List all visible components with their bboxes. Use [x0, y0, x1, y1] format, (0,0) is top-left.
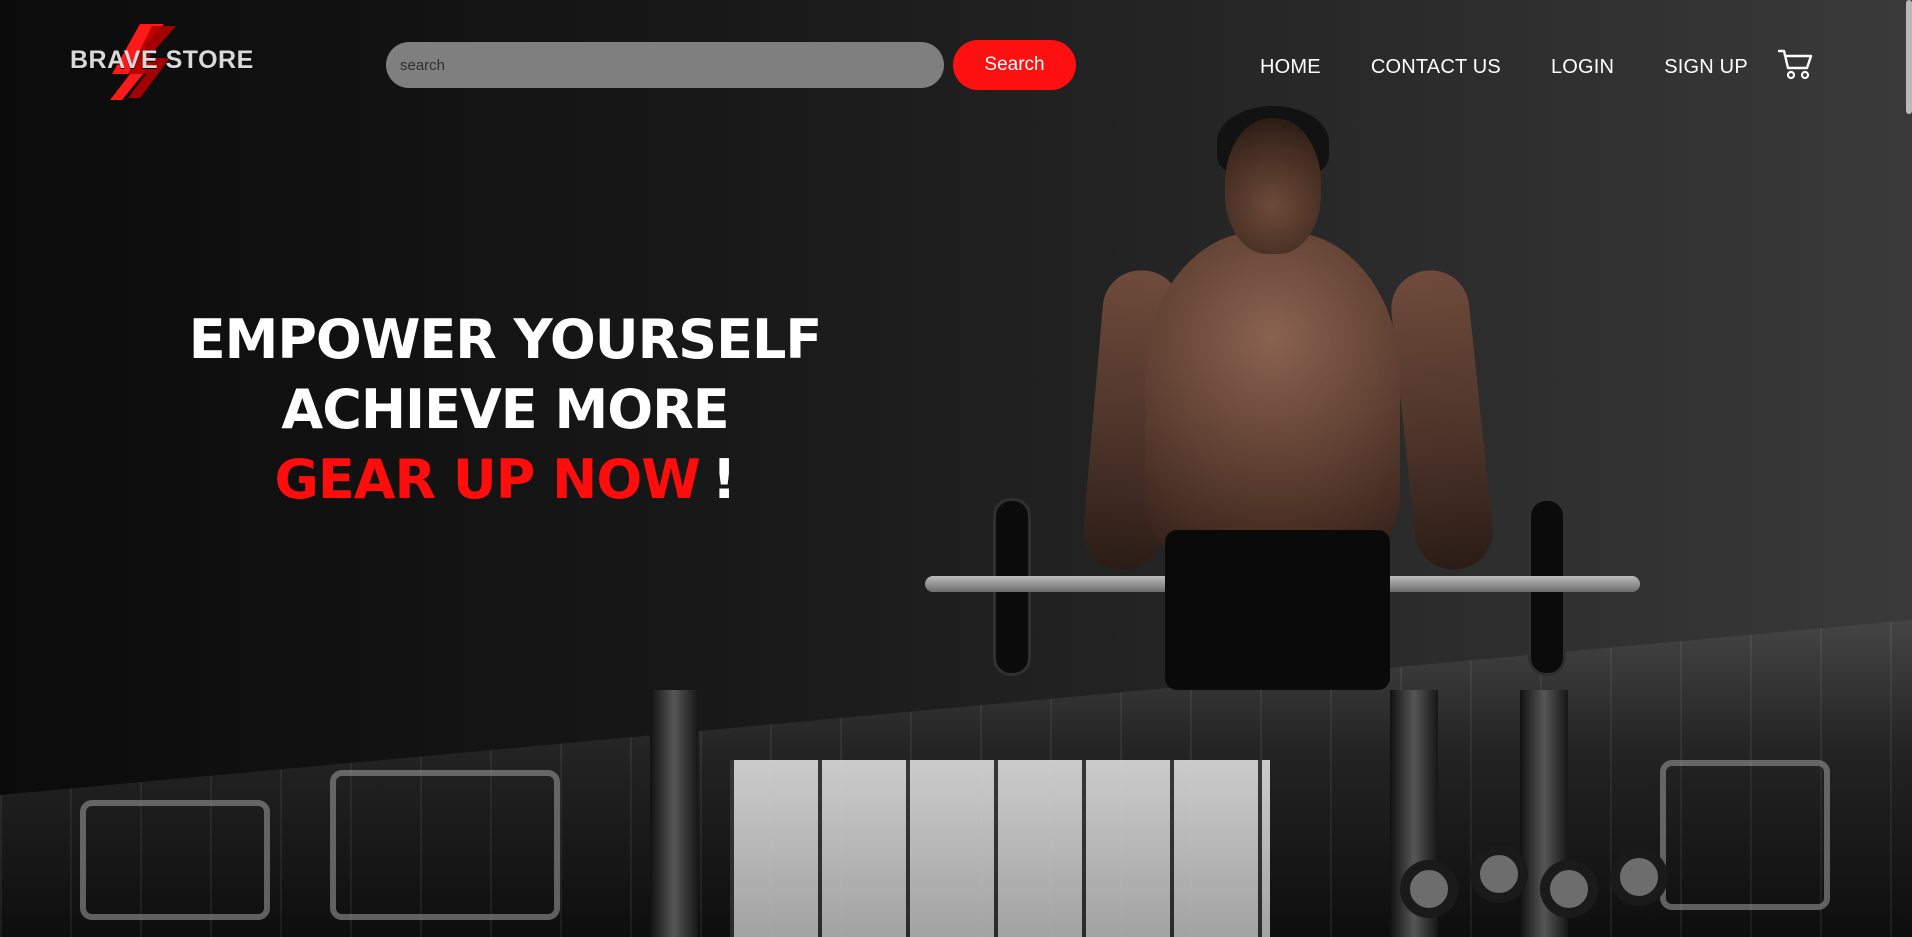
search-input[interactable] — [386, 42, 944, 88]
cart-icon — [1777, 49, 1813, 80]
gym-machine — [330, 770, 560, 920]
landing-page: BRAVE STORE Search HOME CONTACT US LOGIN… — [0, 0, 1912, 937]
cart-button[interactable] — [1776, 46, 1816, 82]
weight-plate — [1470, 845, 1528, 903]
nav-login[interactable]: LOGIN — [1551, 56, 1614, 79]
hero-line-3: GEAR UP NOW! — [160, 445, 850, 515]
torso — [1145, 232, 1400, 562]
scrollbar-thumb[interactable] — [1906, 0, 1912, 114]
hero-headline: EMPOWER YOURSELF ACHIEVE MORE GEAR UP NO… — [160, 305, 850, 515]
search-bar: Search — [386, 40, 1076, 90]
hero-exclamation: ! — [711, 448, 737, 511]
head — [1225, 118, 1321, 254]
brand-name: BRAVE STORE — [70, 46, 254, 74]
nav-sign-up[interactable]: SIGN UP — [1664, 56, 1748, 79]
top-navigation: BRAVE STORE Search HOME CONTACT US LOGIN… — [0, 0, 1912, 120]
right-arm — [1387, 266, 1497, 574]
brand-logo[interactable]: BRAVE STORE — [70, 16, 253, 112]
hero-line-2: ACHIEVE MORE — [281, 378, 729, 441]
primary-nav: HOME CONTACT US LOGIN SIGN UP — [1260, 56, 1748, 79]
gym-machine — [1660, 760, 1830, 910]
weight-plate — [1610, 848, 1668, 906]
weight-plate — [1540, 860, 1598, 918]
search-button[interactable]: Search — [953, 40, 1076, 90]
nav-contact-us[interactable]: CONTACT US — [1371, 56, 1501, 79]
hero-line-1: EMPOWER YOURSELF — [188, 308, 823, 371]
hero-accent-text: GEAR UP NOW — [274, 448, 701, 511]
nav-home[interactable]: HOME — [1260, 56, 1321, 79]
shorts — [1165, 530, 1390, 690]
athlete-image — [925, 100, 1645, 690]
weight-plate — [1400, 860, 1458, 918]
gym-pillar — [650, 690, 698, 937]
gym-window — [730, 760, 1270, 937]
gym-machine — [80, 800, 270, 920]
